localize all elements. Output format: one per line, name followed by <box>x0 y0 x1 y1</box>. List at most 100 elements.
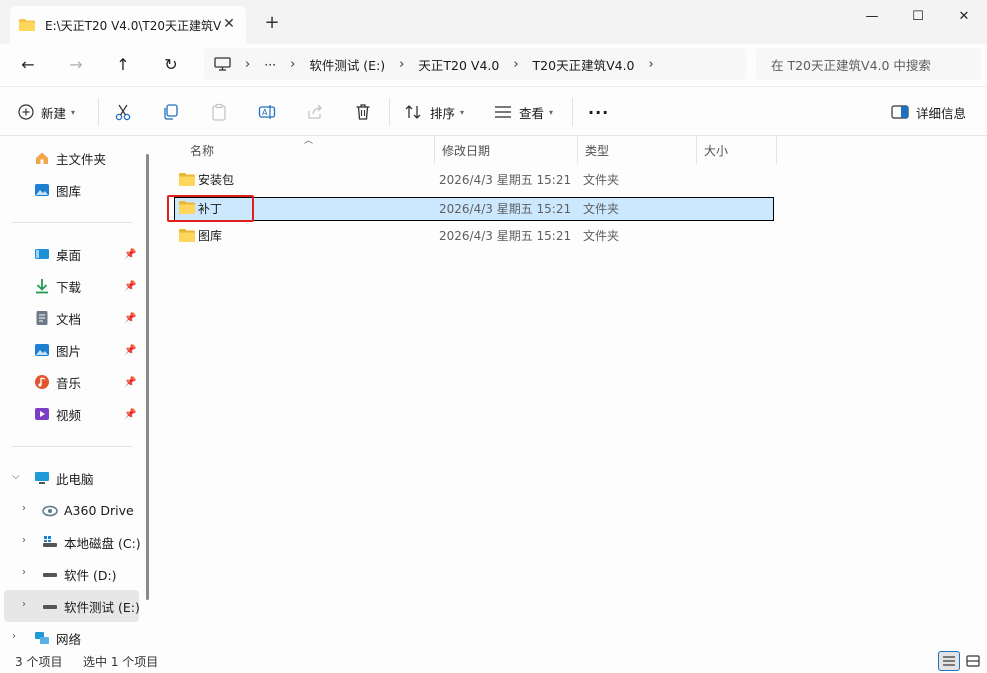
tiles-view-button[interactable] <box>962 651 984 671</box>
sidebar-item-this-pc[interactable]: 此电脑 <box>34 464 94 492</box>
sidebar-item-music[interactable]: 音乐 <box>34 368 81 396</box>
tab-current-folder[interactable]: E:\天正T20 V4.0\T20天正建筑V ✕ <box>10 6 246 44</box>
sidebar-item-drive-d[interactable]: 软件 (D:) <box>42 560 117 588</box>
minimize-button[interactable]: — <box>849 0 895 32</box>
maximize-button[interactable]: ☐ <box>895 0 941 32</box>
close-window-button[interactable]: ✕ <box>941 0 987 32</box>
file-name: 图库 <box>198 229 223 243</box>
pin-icon[interactable]: 📌 <box>124 409 136 420</box>
system-drive-icon <box>43 536 57 547</box>
sidebar-scrollbar[interactable] <box>146 154 149 600</box>
refresh-button[interactable]: ↻ <box>159 54 183 74</box>
sort-icon <box>405 105 421 119</box>
rename-icon: A <box>258 105 276 119</box>
gallery-icon <box>35 184 49 196</box>
chevron-right-icon: › <box>245 56 251 72</box>
new-tab-button[interactable]: + <box>262 12 282 33</box>
share-button[interactable] <box>306 101 324 123</box>
sidebar-item-desktop[interactable]: 桌面 <box>34 240 81 268</box>
copy-button[interactable] <box>162 101 180 123</box>
paste-button[interactable] <box>210 101 228 123</box>
column-header-label: 修改日期 <box>442 143 491 158</box>
file-row-library[interactable]: 图库 2026/4/3 星期五 15:21 文件夹 <box>174 225 774 249</box>
sidebar-item-label: 网络 <box>56 631 82 647</box>
more-icon: ··· <box>588 102 610 122</box>
column-header-size[interactable]: 大小 <box>696 136 776 164</box>
folder-icon <box>179 229 195 242</box>
chevron-right-icon[interactable]: › <box>649 57 654 72</box>
sidebar-item-label: 本地磁盘 (C:) <box>64 535 141 551</box>
sidebar-divider <box>12 446 132 447</box>
sidebar-item-label: A360 Drive <box>64 502 134 518</box>
sidebar-item-drive-e[interactable]: 软件测试 (E:) <box>42 592 140 620</box>
pin-icon[interactable]: 📌 <box>124 249 136 260</box>
column-divider[interactable] <box>776 136 777 164</box>
sidebar-item-a360-drive[interactable]: A360 Drive <box>42 496 134 524</box>
chevron-right-icon[interactable]: › <box>22 567 32 578</box>
pin-icon[interactable]: 📌 <box>124 281 136 292</box>
sidebar-item-label: 下载 <box>56 279 82 295</box>
clipboard-icon <box>212 103 226 121</box>
view-button[interactable]: 查看 ▾ <box>494 101 553 123</box>
file-row-patch[interactable]: 补丁 2026/4/3 星期五 15:21 文件夹 <box>174 197 774 221</box>
navigation-pane: 主文件夹 图库 桌面 📌 下载 📌 文档 📌 图片 📌 音乐 📌 视频 📌 ⌵ … <box>0 136 158 650</box>
sidebar-item-label: 桌面 <box>56 247 82 263</box>
pin-icon[interactable]: 📌 <box>124 313 136 324</box>
sidebar-item-label: 此电脑 <box>56 471 94 487</box>
see-more-button[interactable]: ··· <box>588 101 609 123</box>
sort-button-label: 排序 <box>430 105 456 121</box>
address-bar[interactable]: › ··· › 软件测试 (E:) › 天正T20 V4.0 › T20天正建筑… <box>204 48 746 80</box>
chevron-right-icon[interactable]: › <box>12 631 22 642</box>
sidebar-item-gallery[interactable]: 图库 <box>34 176 81 204</box>
sidebar-item-downloads[interactable]: 下载 <box>34 272 81 300</box>
selection-count: 选中 1 个项目 <box>83 655 159 669</box>
column-header-type[interactable]: 类型 <box>577 136 696 164</box>
pin-icon[interactable]: 📌 <box>124 345 136 356</box>
computer-icon <box>214 57 231 71</box>
column-header-label: 类型 <box>585 143 610 158</box>
drive-icon <box>43 573 57 577</box>
forward-button[interactable]: → <box>64 54 88 74</box>
pin-icon[interactable]: 📌 <box>124 377 136 388</box>
cut-button[interactable] <box>114 101 132 123</box>
breadcrumb-t20[interactable]: 天正T20 V4.0 <box>418 55 499 74</box>
sidebar-item-label: 视频 <box>56 407 82 423</box>
folder-icon <box>179 173 195 186</box>
up-arrow-icon: ↑ <box>116 54 130 74</box>
breadcrumb-drive-e[interactable]: 软件测试 (E:) <box>309 55 385 74</box>
new-button[interactable]: 新建 ▾ <box>18 101 75 123</box>
chevron-right-icon[interactable]: › <box>22 503 32 514</box>
back-button[interactable]: ← <box>16 54 40 74</box>
delete-button[interactable] <box>354 101 372 123</box>
chevron-right-icon[interactable]: › <box>22 535 32 546</box>
video-icon <box>35 408 49 420</box>
breadcrumb-more[interactable]: ··· <box>264 57 276 72</box>
tab-close-button[interactable]: ✕ <box>220 16 238 32</box>
sidebar-item-home[interactable]: 主文件夹 <box>34 144 106 172</box>
chevron-right-icon: › <box>513 56 519 72</box>
toolbar-divider <box>572 98 573 126</box>
file-type: 文件夹 <box>583 229 620 243</box>
up-button[interactable]: ↑ <box>111 54 135 74</box>
file-row-installer[interactable]: 安装包 2026/4/3 星期五 15:21 文件夹 <box>174 169 774 193</box>
file-date: 2026/4/3 星期五 15:21 <box>439 173 572 187</box>
document-icon <box>36 311 48 325</box>
sidebar-item-pictures[interactable]: 图片 <box>34 336 81 364</box>
details-pane-button[interactable]: 详细信息 <box>891 101 966 123</box>
sidebar-item-network[interactable]: 网络 <box>34 624 81 652</box>
sidebar-item-documents[interactable]: 文档 <box>34 304 81 332</box>
column-header-name[interactable]: 名称 <box>182 136 434 164</box>
rename-button[interactable]: A <box>258 101 276 123</box>
details-view-button[interactable] <box>938 651 960 671</box>
column-header-date[interactable]: 修改日期 <box>434 136 577 164</box>
tab-title: E:\天正T20 V4.0\T20天正建筑V <box>45 18 222 33</box>
sidebar-item-drive-c[interactable]: 本地磁盘 (C:) <box>42 528 141 556</box>
chevron-right-icon[interactable]: › <box>22 599 32 610</box>
sort-button[interactable]: 排序 ▾ <box>405 101 464 123</box>
search-input[interactable]: 在 T20天正建筑V4.0 中搜索 <box>756 48 981 80</box>
breadcrumb-t20-architecture[interactable]: T20天正建筑V4.0 <box>533 55 635 74</box>
chevron-down-icon[interactable]: ⌵ <box>12 471 22 482</box>
sidebar-item-label: 文档 <box>56 311 82 327</box>
file-type: 文件夹 <box>583 202 620 216</box>
sidebar-item-videos[interactable]: 视频 <box>34 400 81 428</box>
